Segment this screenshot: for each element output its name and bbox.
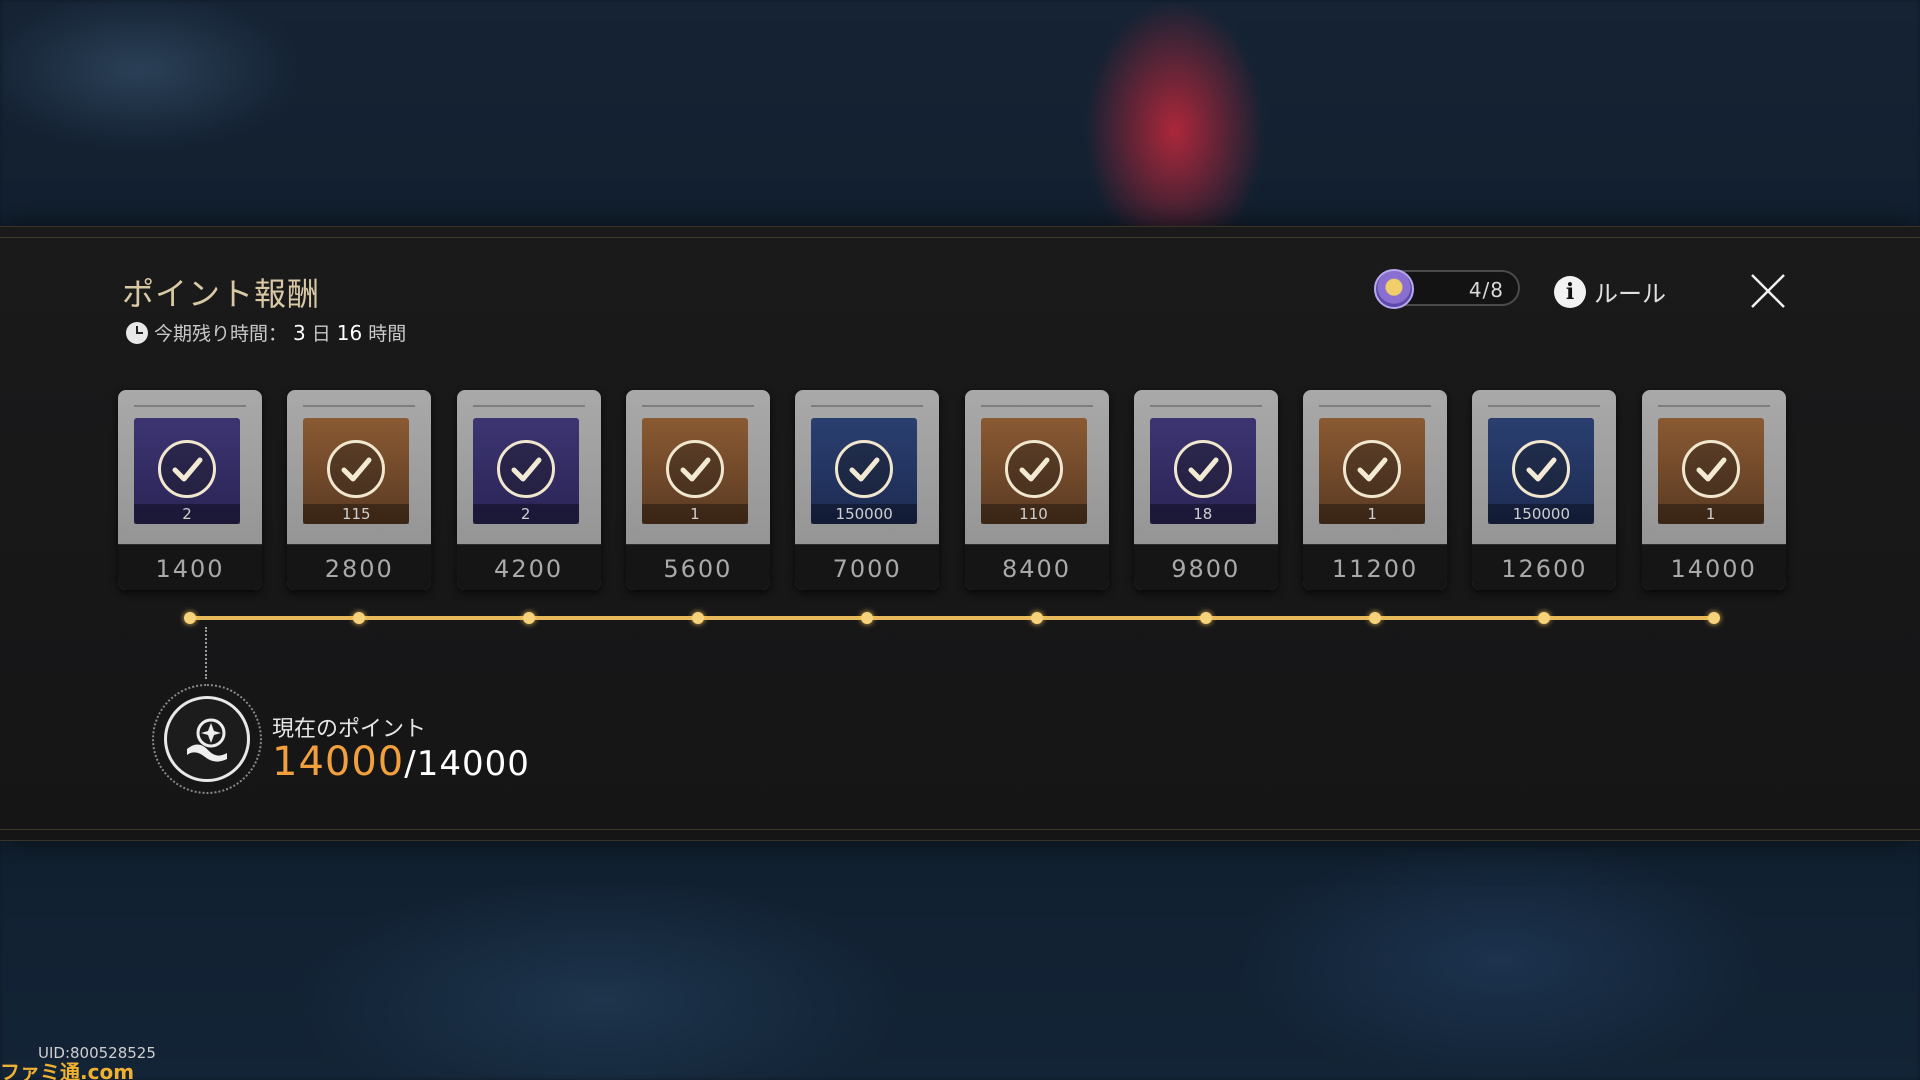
reward-quantity: 150000 <box>1488 504 1595 524</box>
claimed-check-icon <box>496 440 555 498</box>
reward-item-image: 2 <box>134 418 240 524</box>
reward-item-image: 1 <box>1657 418 1764 524</box>
card-decoration <box>1657 405 1770 407</box>
reward-card[interactable]: 110 8400 <box>964 390 1109 590</box>
reward-item-image: 150000 <box>1488 418 1595 524</box>
reward-card[interactable]: 1 5600 <box>625 390 770 590</box>
card-decoration <box>1488 405 1601 407</box>
track-milestone-dot <box>691 612 704 624</box>
reward-item-image: 1 <box>641 418 748 524</box>
reward-item-image: 115 <box>303 418 410 524</box>
reward-card[interactable]: 150000 12600 <box>1472 390 1617 590</box>
claimed-check-icon <box>835 440 894 498</box>
timer-days: 3 <box>293 320 306 345</box>
page-title: ポイント報酬 <box>122 275 321 313</box>
current-marker-line <box>205 627 207 679</box>
points-medal <box>152 684 262 794</box>
reward-quantity: 115 <box>303 504 410 524</box>
claimed-check-icon <box>158 440 216 498</box>
reward-card[interactable]: 115 2800 <box>287 390 432 590</box>
reward-quantity: 1 <box>1319 504 1426 524</box>
reward-quantity: 1 <box>1657 504 1764 524</box>
reward-item-image: 150000 <box>811 418 918 524</box>
current-points-value: 14000 <box>272 739 405 785</box>
reward-item-image: 18 <box>1149 418 1256 524</box>
timer-days-unit: 日 <box>311 323 331 345</box>
reward-card[interactable]: 2 1400 <box>118 390 262 590</box>
current-points: 14000/14000 <box>272 739 530 785</box>
card-decoration <box>1149 405 1262 407</box>
timer-hours-unit: 時間 <box>368 323 407 345</box>
reward-card[interactable]: 18 9800 <box>1133 390 1278 590</box>
rules-label: ルール <box>1594 280 1666 308</box>
reward-points-threshold: 1400 <box>118 544 262 590</box>
track-milestone-dot <box>861 612 874 624</box>
watermark-logo: ファミ通.com <box>0 1060 135 1080</box>
close-icon <box>1751 274 1785 308</box>
track-milestone-dot <box>1369 612 1382 624</box>
progress-counter[interactable]: 4/8 <box>1374 269 1520 309</box>
reward-card[interactable]: 150000 7000 <box>795 390 940 590</box>
points-emblem-icon <box>164 696 250 782</box>
claimed-check-icon <box>1343 440 1402 498</box>
reward-cards: 2 1400 115 2800 2 4200 1 5600 150000 7000 110 8400 1… <box>118 390 1788 590</box>
track-milestone-dot <box>1538 612 1551 624</box>
reward-points-threshold: 2800 <box>287 544 432 590</box>
reward-card[interactable]: 1 11200 <box>1303 390 1448 590</box>
close-button[interactable] <box>1748 271 1788 311</box>
reward-quantity: 110 <box>980 504 1087 524</box>
rules-button[interactable]: i ルール <box>1554 274 1666 309</box>
reward-quantity: 1 <box>641 504 748 524</box>
timer-label: 今期残り時間： <box>154 323 288 345</box>
reward-points-threshold: 12600 <box>1472 544 1617 590</box>
card-decoration <box>303 405 416 407</box>
point-rewards-panel: ポイント報酬 今期残り時間： 3 日 16 時間 4/8 i ルール 2 1400… <box>0 226 1920 841</box>
timer-hours: 16 <box>336 320 363 345</box>
counter-text: 4/8 <box>1468 278 1504 302</box>
card-decoration <box>134 405 246 407</box>
reward-quantity: 18 <box>1149 504 1256 524</box>
reward-points-threshold: 9800 <box>1133 544 1278 590</box>
info-icon: i <box>1554 275 1586 308</box>
reward-card[interactable]: 2 4200 <box>456 390 601 590</box>
card-decoration <box>1319 405 1432 407</box>
track-milestone-dot <box>1030 612 1043 624</box>
card-decoration <box>980 405 1093 407</box>
reward-points-threshold: 5600 <box>625 544 770 590</box>
remaining-time: 今期残り時間： 3 日 16 時間 <box>126 319 406 346</box>
claimed-check-icon <box>1004 440 1063 498</box>
claimed-check-icon <box>665 440 724 498</box>
card-decoration <box>641 405 754 407</box>
claimed-check-icon <box>1173 440 1232 498</box>
reward-points-threshold: 8400 <box>964 544 1109 590</box>
claimed-check-icon <box>327 440 386 498</box>
card-decoration <box>811 405 924 407</box>
track-milestone-dot <box>184 612 196 624</box>
reward-quantity: 2 <box>134 504 240 524</box>
reward-points-threshold: 11200 <box>1303 544 1448 590</box>
reward-card[interactable]: 1 14000 <box>1641 390 1786 590</box>
character-avatar-icon <box>1374 269 1414 309</box>
card-decoration <box>472 405 585 407</box>
clock-icon <box>126 321 148 344</box>
reward-item-image: 1 <box>1319 418 1426 524</box>
track-milestone-dot <box>522 612 535 624</box>
track-milestone-dot <box>1707 612 1720 624</box>
reward-item-image: 2 <box>472 418 579 524</box>
reward-quantity: 2 <box>472 504 579 524</box>
reward-quantity: 150000 <box>811 504 918 524</box>
track-milestone-dot <box>353 612 366 624</box>
current-points-total: /14000 <box>404 744 530 784</box>
reward-points-threshold: 4200 <box>456 544 601 590</box>
progress-track <box>184 612 1720 624</box>
reward-item-image: 110 <box>980 418 1087 524</box>
reward-points-threshold: 14000 <box>1641 544 1786 590</box>
claimed-check-icon <box>1681 440 1740 498</box>
reward-points-threshold: 7000 <box>795 544 940 590</box>
claimed-check-icon <box>1512 440 1571 498</box>
track-milestone-dot <box>1199 612 1212 624</box>
